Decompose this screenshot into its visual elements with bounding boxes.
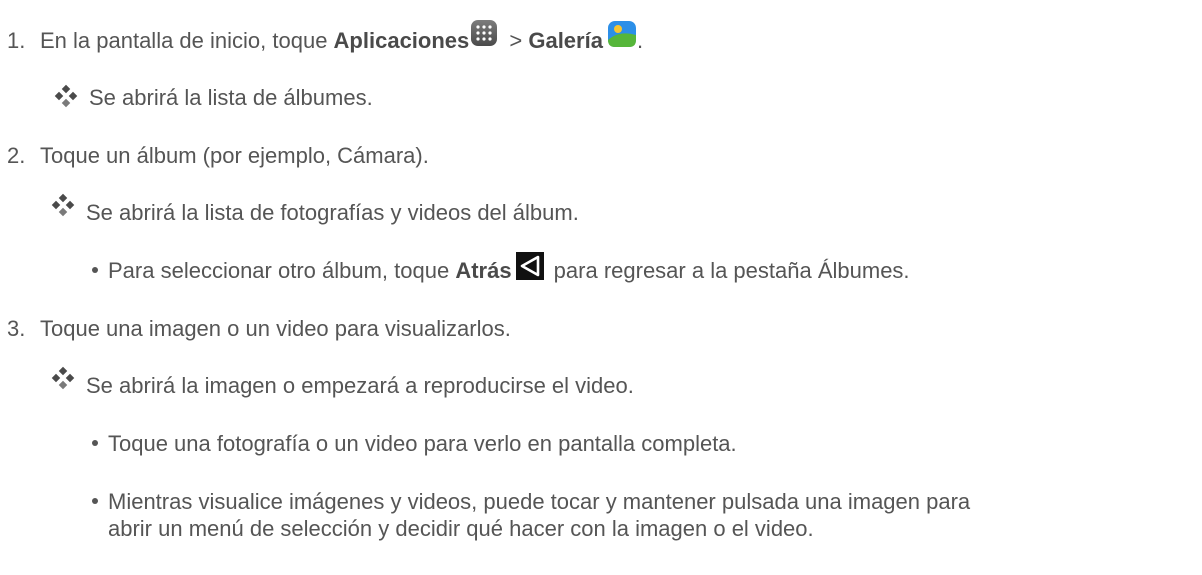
result-text: Se abrirá la imagen o empezará a reprodu…	[86, 373, 634, 398]
step-1: 1. En la pantalla de inicio, toque Aplica…	[0, 20, 644, 56]
bullet-3-continuation: abrir un menú de selección y decidir qué…	[108, 516, 814, 542]
bullet-text-suffix: para regresar a la pestaña Álbumes.	[547, 258, 910, 283]
bullet-dot	[92, 498, 98, 505]
diamond-bullet-icon	[51, 193, 75, 217]
diamond-bullet-icon	[51, 366, 75, 390]
apps-grid-icon	[471, 20, 498, 46]
result-3: Se abrirá la imagen o empezará a reprodu…	[0, 366, 634, 399]
result-text: Se abrirá la lista de álbumes.	[89, 85, 373, 110]
step-3: 3. Toque una imagen o un video para visua…	[0, 316, 511, 342]
gallery-label: Galería	[528, 28, 603, 53]
step-number: 3.	[7, 316, 26, 341]
step-text: Toque una imagen o un video para visuali…	[40, 316, 511, 341]
bullet-text: abrir un menú de selección y decidir qué…	[108, 516, 814, 541]
bullet-2: Toque una fotografía o un video para ver…	[0, 431, 737, 457]
bullet-text: Toque una fotografía o un video para ver…	[108, 431, 737, 456]
bullet-text: Mientras visualice imágenes y videos, pu…	[108, 489, 971, 514]
step-text: Toque un álbum (por ejemplo, Cámara).	[40, 143, 429, 168]
diamond-bullet-icon	[54, 84, 78, 108]
bullet-dot	[92, 440, 98, 447]
back-label: Atrás	[455, 258, 512, 283]
result-text: Se abrirá la lista de fotografías y vide…	[86, 200, 579, 225]
bullet-1: Para seleccionar otro álbum, toque Atrás…	[0, 252, 910, 286]
step-number: 1.	[7, 28, 26, 53]
bullet-3: Mientras visualice imágenes y videos, pu…	[0, 489, 970, 515]
apps-label: Aplicaciones	[333, 28, 470, 53]
step-2: 2. Toque un álbum (por ejemplo, Cámara).	[0, 143, 429, 169]
separator: >	[503, 28, 529, 53]
result-1: Se abrirá la lista de álbumes.	[0, 84, 373, 111]
bullet-text: Para seleccionar otro álbum, toque	[108, 258, 456, 283]
step-suffix: .	[636, 28, 644, 53]
result-2: Se abrirá la lista de fotografías y vide…	[0, 193, 579, 226]
back-triangle-icon	[515, 252, 544, 280]
bullet-dot	[92, 267, 98, 274]
step-text: En la pantalla de inicio, toque	[40, 28, 334, 53]
step-number: 2.	[7, 143, 26, 168]
gallery-icon	[607, 20, 637, 48]
